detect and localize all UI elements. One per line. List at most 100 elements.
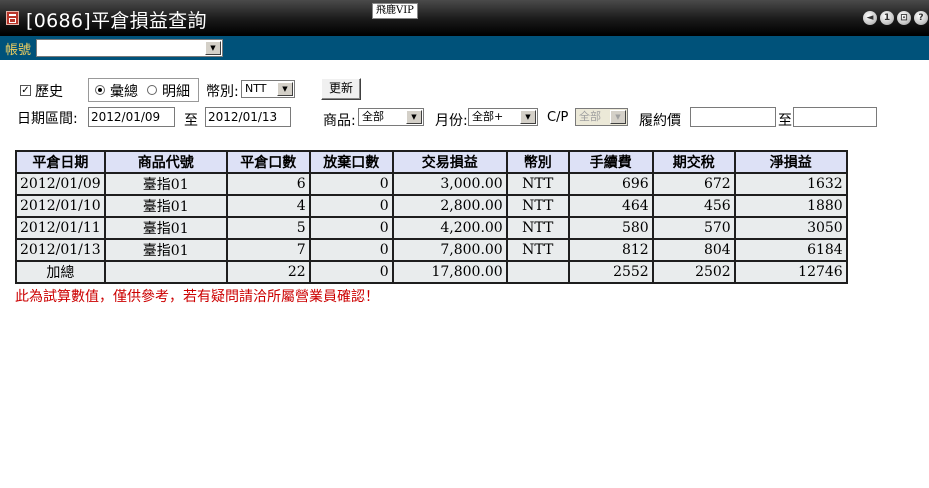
cell-trade-pnl: 7,800.00 (391, 238, 508, 262)
currency-select[interactable]: NTT ▼ (241, 80, 295, 98)
cell-abandon-qty: 0 (308, 216, 394, 240)
cell-date: 2012/01/11 (15, 216, 106, 240)
col-header-trade-pnl[interactable]: 交易損益 (391, 150, 508, 174)
cell-trade-pnl: 2,800.00 (391, 194, 508, 218)
cell-product: 臺指01 (103, 194, 228, 218)
cell-currency: NTT (505, 216, 570, 240)
vip-badge: 飛鹿VIP (372, 3, 418, 19)
view-mode-group: 彙總 明細 (88, 78, 199, 102)
header-row: 平倉日期 商品代號 平倉口數 放棄口數 交易損益 幣別 手續費 期交稅 淨損益 (15, 150, 848, 174)
date-to-input[interactable]: 2012/01/13 (205, 107, 291, 127)
summary-radio[interactable] (95, 85, 105, 95)
popout-icon[interactable]: ⊡ (897, 11, 911, 25)
currency-value: NTT (245, 82, 267, 95)
cell-trade-pnl: 4,200.00 (391, 216, 508, 240)
cell-total-label: 加總 (15, 260, 106, 284)
strike-from-input[interactable] (690, 107, 776, 127)
date-range-label: 日期區間: (17, 111, 78, 127)
cell-fee: 2552 (567, 260, 654, 284)
cell-tax: 804 (651, 238, 736, 262)
chevron-down-icon[interactable]: ▼ (277, 82, 293, 96)
col-header-net-pnl[interactable]: 淨損益 (733, 150, 848, 174)
date-to-label: 至 (184, 113, 198, 129)
cell-tax: 672 (651, 172, 736, 196)
account-select[interactable]: ▼ (36, 39, 223, 57)
cell-tax: 570 (651, 216, 736, 240)
summary-label: 彙總 (110, 84, 138, 100)
cell-fee: 812 (567, 238, 654, 262)
month-label: 月份: (435, 113, 468, 129)
table-row[interactable]: 2012/01/10 臺指01 4 0 2,800.00 NTT 464 456… (15, 194, 848, 218)
col-header-close-date[interactable]: 平倉日期 (15, 150, 106, 174)
cell-trade-pnl: 17,800.00 (391, 260, 508, 284)
cell-product (103, 260, 228, 284)
title-bar: [0686]平倉損益查詢 飛鹿VIP ◄ 1 ⊡ ? (0, 0, 929, 36)
chevron-down-icon[interactable]: ▼ (610, 110, 626, 124)
cell-product: 臺指01 (103, 216, 228, 240)
strike-label: 履約價 (639, 113, 681, 129)
currency-label: 幣別: (206, 84, 239, 100)
refresh-button[interactable]: 更新 (321, 78, 361, 100)
product-select[interactable]: 全部 ▼ (358, 108, 424, 126)
app-icon (6, 11, 19, 25)
cell-fee: 580 (567, 216, 654, 240)
cell-tax: 456 (651, 194, 736, 218)
cell-net-pnl: 12746 (733, 260, 848, 284)
back-icon[interactable]: ◄ (863, 11, 877, 25)
account-label: 帳號 (5, 43, 32, 58)
col-header-close-qty[interactable]: 平倉口數 (225, 150, 311, 174)
table-row[interactable]: 2012/01/13 臺指01 7 0 7,800.00 NTT 812 804… (15, 238, 848, 262)
col-header-currency[interactable]: 幣別 (505, 150, 570, 174)
date-from-input[interactable]: 2012/01/09 (88, 107, 175, 127)
cp-label: C/P (547, 110, 569, 125)
cell-currency (505, 260, 570, 284)
cell-abandon-qty: 0 (308, 260, 394, 284)
cell-fee: 464 (567, 194, 654, 218)
col-header-product-code[interactable]: 商品代號 (103, 150, 228, 174)
cell-date: 2012/01/10 (15, 194, 106, 218)
col-header-abandon-qty[interactable]: 放棄口數 (308, 150, 394, 174)
detail-label: 明細 (162, 84, 190, 100)
chevron-down-icon[interactable]: ▼ (406, 110, 422, 124)
cp-select[interactable]: 全部 ▼ (575, 108, 628, 126)
account-bar: 帳號 ▼ (0, 36, 929, 60)
cell-product: 臺指01 (103, 238, 228, 262)
cell-date: 2012/01/13 (15, 238, 106, 262)
cell-currency: NTT (505, 238, 570, 262)
detail-radio[interactable] (147, 85, 157, 95)
month-value: 全部+ (472, 110, 504, 123)
history-label: 歷史 (35, 84, 63, 100)
month-select[interactable]: 全部+ ▼ (468, 108, 538, 126)
cell-currency: NTT (505, 194, 570, 218)
cell-close-qty: 6 (225, 172, 311, 196)
cp-value: 全部 (579, 110, 601, 123)
cell-date: 2012/01/09 (15, 172, 106, 196)
cell-abandon-qty: 0 (308, 172, 394, 196)
cell-net-pnl: 3050 (733, 216, 848, 240)
cell-fee: 696 (567, 172, 654, 196)
cell-currency: NTT (505, 172, 570, 196)
cell-close-qty: 7 (225, 238, 311, 262)
cell-close-qty: 4 (225, 194, 311, 218)
total-row: 加總 22 0 17,800.00 2552 2502 12746 (15, 260, 848, 284)
results-table: 平倉日期 商品代號 平倉口數 放棄口數 交易損益 幣別 手續費 期交稅 淨損益 … (15, 150, 848, 284)
cell-product: 臺指01 (103, 172, 228, 196)
disclaimer-notice: 此為試算數值，僅供參考，若有疑問請洽所屬營業員確認！ (15, 289, 379, 305)
help-icon[interactable]: ? (914, 11, 928, 25)
cell-tax: 2502 (651, 260, 736, 284)
cell-abandon-qty: 0 (308, 194, 394, 218)
strike-to-input[interactable] (793, 107, 877, 127)
cell-trade-pnl: 3,000.00 (391, 172, 508, 196)
cell-close-qty: 5 (225, 216, 311, 240)
history-checkbox[interactable]: ✓ (20, 85, 31, 96)
product-value: 全部 (362, 110, 384, 123)
table-row[interactable]: 2012/01/09 臺指01 6 0 3,000.00 NTT 696 672… (15, 172, 848, 196)
cell-net-pnl: 1880 (733, 194, 848, 218)
col-header-fee[interactable]: 手續費 (567, 150, 654, 174)
info-icon[interactable]: 1 (880, 11, 894, 25)
cell-net-pnl: 6184 (733, 238, 848, 262)
table-row[interactable]: 2012/01/11 臺指01 5 0 4,200.00 NTT 580 570… (15, 216, 848, 240)
chevron-down-icon[interactable]: ▼ (520, 110, 536, 124)
chevron-down-icon[interactable]: ▼ (205, 41, 221, 55)
col-header-tax[interactable]: 期交稅 (651, 150, 736, 174)
